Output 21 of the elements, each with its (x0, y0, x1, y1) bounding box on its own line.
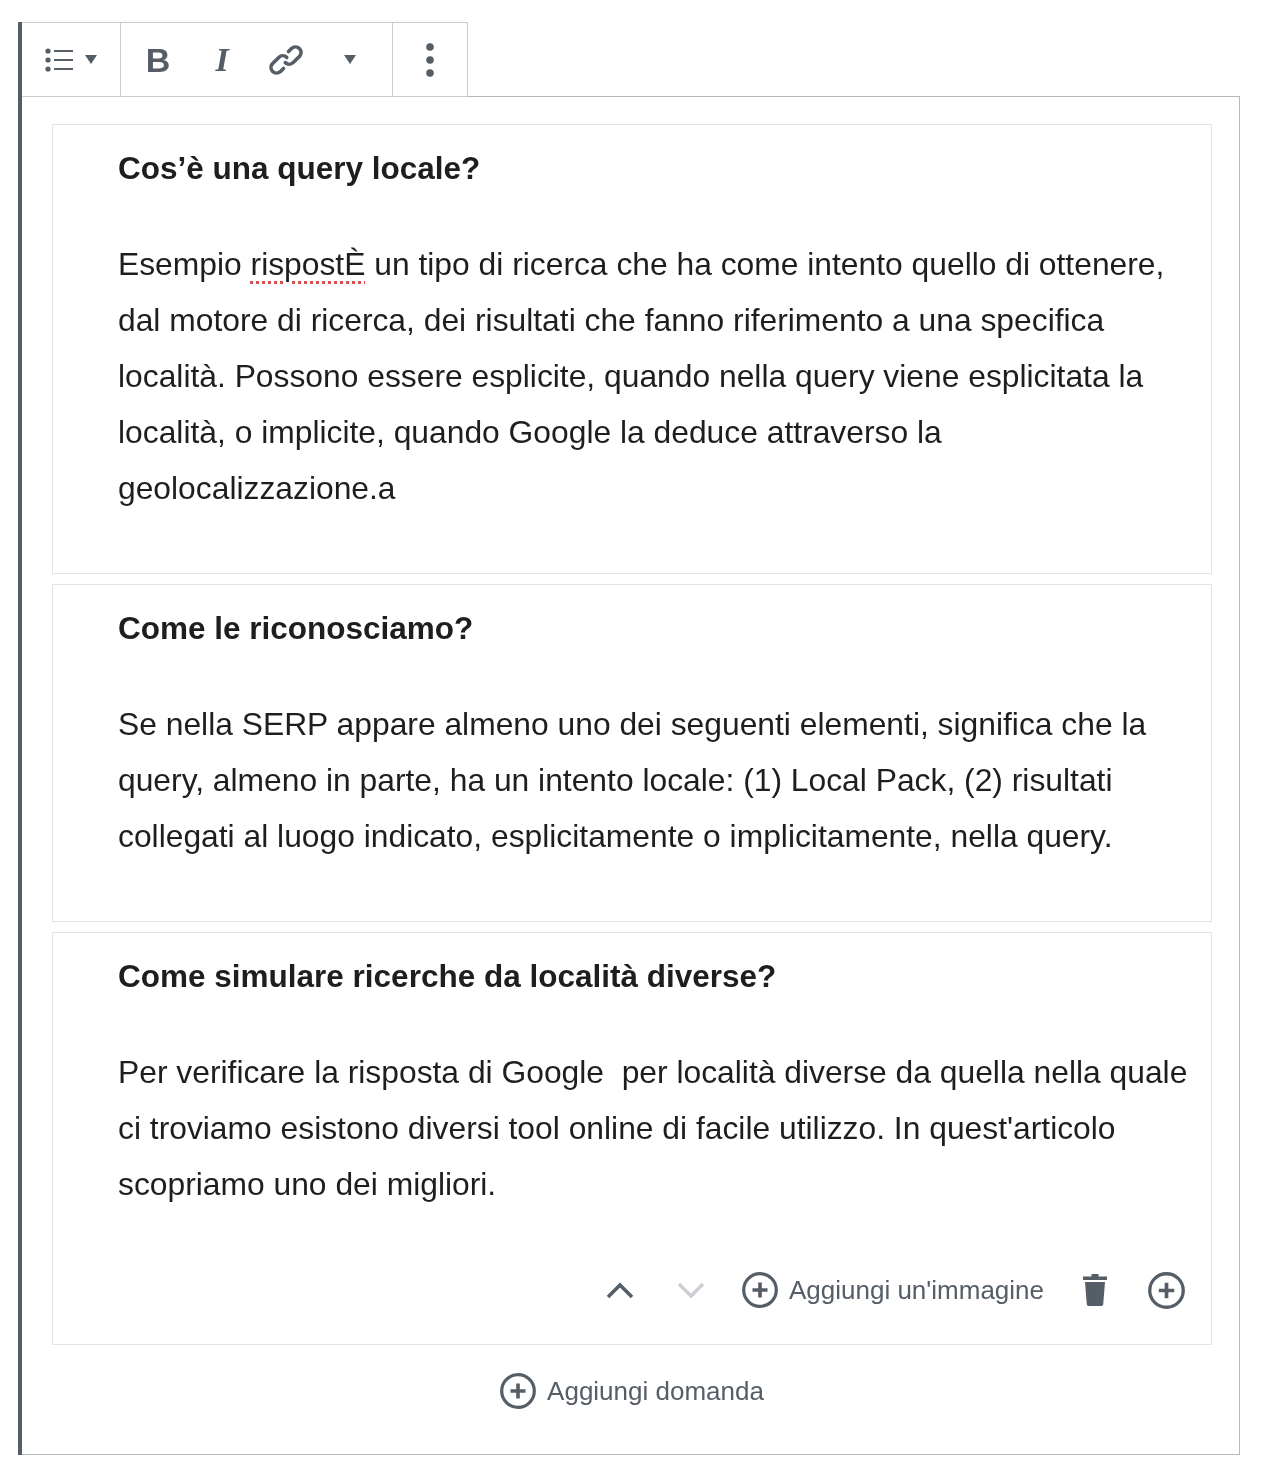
add-image-button[interactable]: Aggiungi un'immagine (734, 1268, 1052, 1312)
misspelled-word: rispostÈ (250, 246, 366, 282)
chevron-down-icon (677, 1281, 705, 1299)
more-options-icon (426, 42, 434, 77)
caret-icon (85, 55, 97, 64)
chevron-up-icon (606, 1281, 634, 1299)
question-title: Cos’è una query locale? (118, 152, 482, 184)
answer-text: Per verificare la risposta di Google per località diverse da quella nella quale ci troviamo esistono diversi tool online di facile utilizzo. In quest'articolo scopriamo uno dei migliori. (118, 1053, 1189, 1204)
caret-icon (344, 55, 356, 64)
question-title: Come simulare ricerche da località diverse? (118, 960, 778, 992)
answer-text: Se nella SERP appare almeno uno dei seguenti elementi, significa che la query, almeno in parte, ha un intento locale: (1) Local Pack, (2) risultati collegati al luogo indicato, esplicitamente o implicitamente, nella query. (118, 705, 1148, 856)
plus-circle-icon (500, 1373, 537, 1409)
bold-button[interactable]: B (126, 35, 190, 84)
question-title: Come le riconosciamo? (118, 612, 475, 644)
list-icon (45, 47, 73, 72)
italic-button[interactable]: I (190, 35, 254, 84)
plus-circle-icon (1147, 1271, 1185, 1309)
plus-circle-icon (742, 1272, 778, 1308)
trash-icon (1082, 1274, 1108, 1306)
add-question-button[interactable]: Aggiungi domanda (492, 1369, 772, 1413)
answer-text: Esempio rispostÈ un tipo di ricerca che ha come intento quello di ottenere, dal motore di ricerca, dei risultati che fanno riferimento a una specifica località. Possono essere esplicite, quando nella query viene esplicitata la località, o implicite, quando Google la deduce attraverso la geolocalizzazione.a (118, 245, 1166, 508)
